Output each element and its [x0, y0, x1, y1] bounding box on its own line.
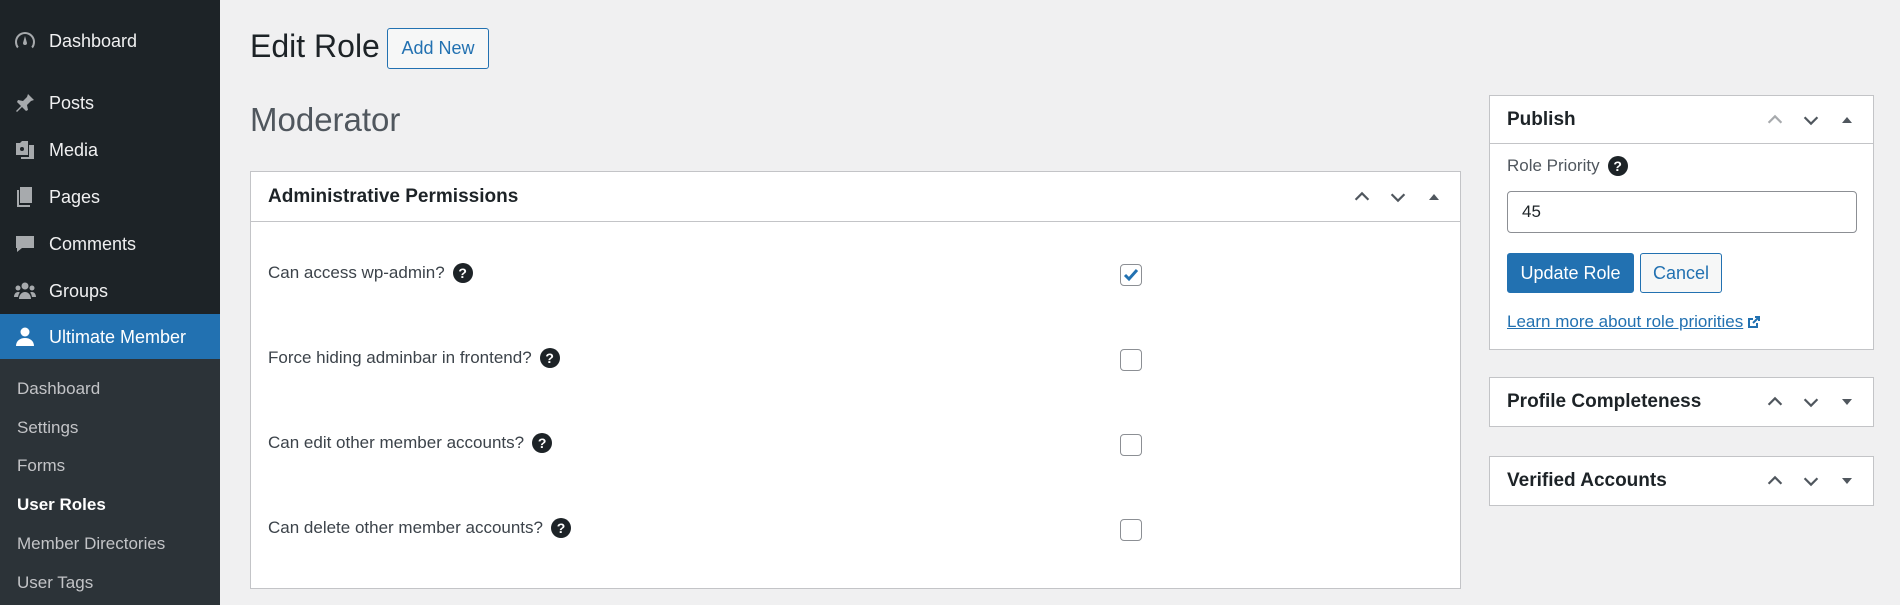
role-priority-label: Role Priority ? — [1507, 156, 1628, 176]
pin-icon — [12, 90, 38, 116]
force-hiding-adminbar-checkbox[interactable] — [1120, 349, 1142, 371]
sidebar-item-ultimate-member[interactable]: Ultimate Member — [0, 314, 220, 360]
page-title: Edit Role — [250, 28, 380, 64]
profile-completeness-title: Profile Completeness — [1507, 391, 1702, 412]
sidebar-item-posts[interactable]: Posts — [0, 80, 220, 126]
cancel-button[interactable]: Cancel — [1640, 253, 1722, 293]
help-icon[interactable]: ? — [551, 518, 571, 538]
submenu-item-user-roles[interactable]: User Roles — [17, 495, 106, 515]
box-controls — [1757, 387, 1865, 417]
help-icon[interactable]: ? — [539, 348, 560, 368]
sidebar-item-label: Ultimate Member — [49, 326, 187, 347]
sidebar-item-label: Groups — [49, 280, 109, 301]
permissions-box-title: Administrative Permissions — [268, 185, 519, 207]
permissions-box-header: Administrative Permissions — [251, 172, 1460, 222]
box-controls — [1757, 105, 1865, 135]
help-icon[interactable]: ? — [532, 433, 553, 453]
move-up-icon[interactable] — [1757, 466, 1793, 496]
collapse-toggle-icon[interactable] — [1829, 105, 1865, 135]
submenu-item-user-tags[interactable]: User Tags — [17, 573, 93, 593]
sidebar-item-label: Pages — [49, 186, 101, 207]
move-up-icon[interactable] — [1757, 387, 1793, 417]
submenu-item-member-directories[interactable]: Member Directories — [17, 534, 165, 554]
role-priority-input[interactable] — [1507, 191, 1857, 233]
submenu-item-forms[interactable]: Forms — [17, 456, 65, 476]
groups-icon — [12, 278, 38, 304]
user-icon — [12, 324, 38, 350]
learn-more-link-text: Learn more about role priorities — [1507, 312, 1744, 331]
move-down-icon[interactable] — [1380, 182, 1416, 212]
box-controls — [1344, 182, 1452, 212]
dashboard-icon — [12, 28, 38, 54]
sidebar-item-label: Dashboard — [49, 30, 138, 51]
move-down-icon[interactable] — [1793, 466, 1829, 496]
learn-more-link[interactable]: Learn more about role priorities — [1507, 312, 1761, 332]
verified-accounts-box: Verified Accounts — [1489, 456, 1874, 506]
profile-completeness-header: Profile Completeness — [1490, 378, 1873, 426]
external-link-icon — [1748, 316, 1761, 328]
submenu-item-dashboard[interactable]: Dashboard — [17, 379, 100, 399]
sidebar-item-pages[interactable]: Pages — [0, 174, 220, 220]
permission-label: Can delete other member accounts? — [268, 518, 543, 537]
sidebar-item-dashboard[interactable]: Dashboard — [0, 18, 220, 64]
expand-toggle-icon[interactable] — [1829, 387, 1865, 417]
move-down-icon[interactable] — [1793, 387, 1829, 417]
role-priority-label-text: Role Priority — [1507, 156, 1600, 175]
publish-box-header: Publish — [1490, 96, 1873, 144]
verified-accounts-title: Verified Accounts — [1507, 470, 1667, 491]
move-up-icon[interactable] — [1757, 105, 1793, 135]
pages-icon — [12, 184, 38, 210]
help-icon[interactable]: ? — [452, 263, 473, 283]
permission-row: Can access wp-admin? ? — [268, 253, 1448, 293]
publish-box: Publish Role Priority ? Update Role Canc… — [1489, 95, 1874, 350]
sidebar-item-groups[interactable]: Groups — [0, 268, 220, 314]
sidebar-item-label: Posts — [49, 92, 95, 113]
box-controls — [1757, 466, 1865, 496]
can-access-wp-admin-checkbox[interactable] — [1120, 264, 1142, 286]
sidebar-submenu: Dashboard Settings Forms User Roles Memb… — [0, 359, 220, 605]
profile-completeness-box: Profile Completeness — [1489, 377, 1874, 427]
expand-toggle-icon[interactable] — [1829, 466, 1865, 496]
collapse-toggle-icon[interactable] — [1416, 182, 1452, 212]
move-down-icon[interactable] — [1793, 105, 1829, 135]
permission-label: Can access wp-admin? — [268, 263, 445, 282]
sidebar-item-media[interactable]: Media — [0, 127, 220, 173]
move-up-icon[interactable] — [1344, 182, 1380, 212]
can-edit-other-accounts-checkbox[interactable] — [1120, 434, 1142, 456]
permission-label: Can edit other member accounts? — [268, 433, 525, 452]
add-new-button[interactable]: Add New — [387, 28, 489, 69]
media-icon — [12, 137, 38, 163]
sidebar-item-label: Comments — [49, 233, 137, 254]
admin-sidebar: Dashboard Posts Media Pages Comments Gro… — [0, 0, 220, 605]
update-role-button[interactable]: Update Role — [1507, 253, 1634, 293]
submenu-item-settings[interactable]: Settings — [17, 418, 78, 438]
sidebar-item-label: Media — [49, 139, 99, 160]
permission-row: Can edit other member accounts? ? — [268, 423, 1448, 463]
can-delete-other-accounts-checkbox[interactable] — [1120, 519, 1142, 541]
role-name: Moderator — [250, 101, 401, 138]
help-icon[interactable]: ? — [1607, 156, 1628, 176]
comments-icon — [12, 231, 38, 257]
sidebar-item-comments[interactable]: Comments — [0, 221, 220, 267]
permissions-box: Administrative Permissions Can access wp… — [250, 171, 1461, 589]
publish-box-title: Publish — [1507, 108, 1576, 130]
permission-row: Force hiding adminbar in frontend? ? — [268, 338, 1448, 378]
verified-accounts-header: Verified Accounts — [1490, 457, 1873, 505]
permission-row: Can delete other member accounts? ? — [268, 508, 1448, 548]
permission-label: Force hiding adminbar in frontend? — [268, 348, 532, 367]
